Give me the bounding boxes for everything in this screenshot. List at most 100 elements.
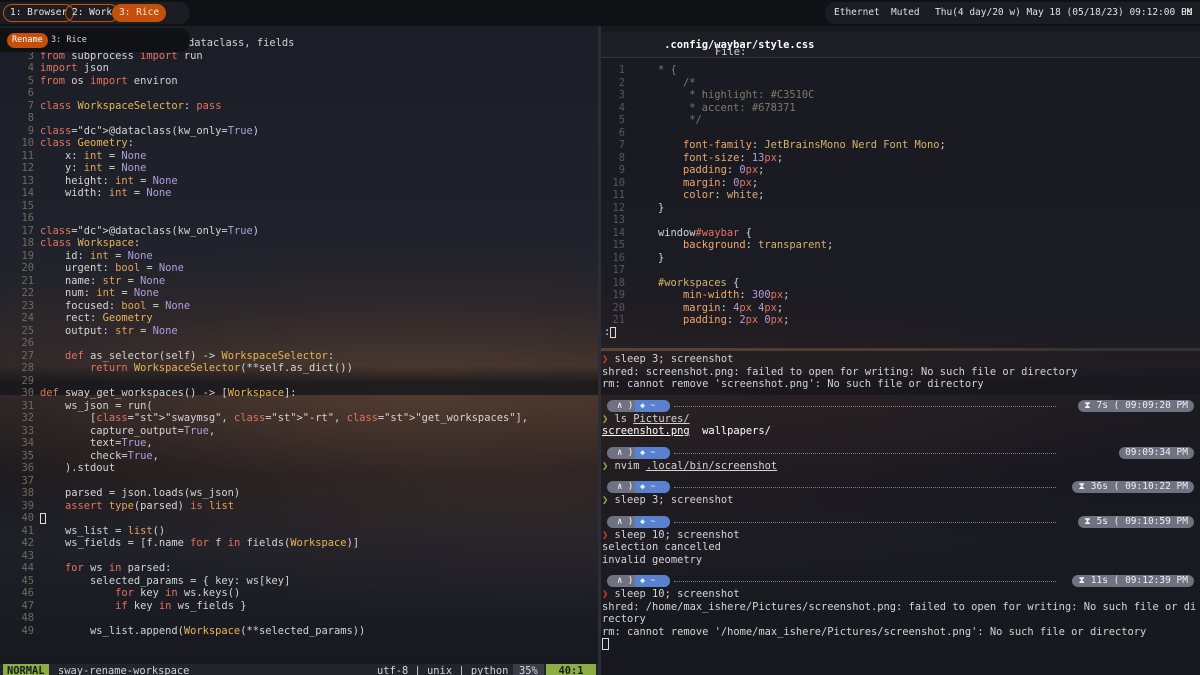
code-line: 31 ws_json = run( [2, 400, 598, 413]
css-line: 4 * accent: #678371 [601, 102, 1200, 115]
code-text: padding: 0px; [683, 164, 765, 176]
line-number: 15 [612, 239, 625, 251]
code-line: 40 [2, 512, 598, 525]
line-number: 37 [21, 474, 34, 487]
line-number: 40 [21, 512, 34, 524]
code-area[interactable]: dataclass, fields 3 from subprocess impor… [2, 37, 598, 637]
code-line: 38 parsed = json.loads(ws_json) [2, 487, 598, 500]
prompt-segment: ∧ ) ◆ ~ [607, 515, 670, 528]
css-line: 17 [601, 264, 1200, 277]
css-editor-pane[interactable]: File: .config/waybar/style.css 1 * {2 /* 3… [601, 26, 1200, 348]
code-text: } [658, 251, 665, 264]
keyboard-layout[interactable]: us [1181, 7, 1192, 18]
line-number: 13 [21, 174, 34, 187]
code-line: 17 class="dc">@dataclass(kw_only=True) [2, 225, 598, 238]
code-text: class Workspace: [40, 237, 141, 249]
python-editor-pane[interactable]: dataclass, fields 3 from subprocess impor… [0, 26, 598, 675]
code-line: 4 import json [2, 62, 598, 75]
css-line: 19 min-width: 300px; [601, 289, 1200, 302]
line-number: 11 [612, 189, 625, 201]
code-line: 36 ).stdout [2, 462, 598, 475]
line-number: 8 [618, 151, 625, 164]
css-code-area[interactable]: 1 * {2 /* 3 * highlight: #C3510C 4 * accent… [601, 64, 1200, 327]
css-line: 2 /* [601, 77, 1200, 90]
code-text: font-size: 13px; [683, 151, 784, 164]
terminal-command: ❯ ls Pictures/ [602, 412, 690, 425]
prompt-divider [674, 405, 1056, 407]
code-line: 19 id: int = None [2, 250, 598, 263]
css-line: 20 margin: 4px 4px; [601, 302, 1200, 315]
command-duration-badge: ⧗ 5s ( 09:10:59 PM [1078, 515, 1194, 528]
css-line: 8 font-size: 13px; [601, 152, 1200, 165]
clock[interactable]: Thu(4 day/20 w) May 18 (05/18/23) 09:12:… [935, 7, 1192, 18]
code-text: def sway_get_workspaces() -> [Workspace]… [40, 387, 297, 399]
css-line: 14 window#waybar { [601, 227, 1200, 240]
code-text: class Geometry: [40, 137, 134, 149]
code-text: assert type(parsed) is list [65, 499, 234, 512]
css-line: 13 [601, 214, 1200, 227]
code-text: ws_json = run( [40, 399, 153, 412]
workspace-3-button[interactable]: 3: Rice [112, 4, 167, 22]
line-number: 5 [618, 114, 625, 126]
terminal-output: selection cancelled [602, 541, 721, 553]
line-number: 42 [21, 537, 34, 549]
line-number: 13 [612, 214, 625, 226]
line-number: 49 [21, 624, 34, 637]
code-text: import json [40, 62, 109, 74]
line-number: 9 [618, 164, 625, 176]
line-number: 22 [21, 287, 34, 299]
css-line: 16} [601, 252, 1200, 265]
code-text: def as_selector(self) -> WorkspaceSelect… [65, 349, 335, 362]
line-number: 1 [618, 64, 625, 76]
prompt-bar: ∧ ) ◆ ~ 09:09:34 PM [602, 446, 1196, 459]
code-line: 32 [class="st">"swaymsg", class="st">"-r… [2, 412, 598, 425]
code-line: 29 [2, 375, 598, 388]
code-text: } [658, 201, 665, 214]
line-number: 36 [21, 462, 34, 474]
code-line: 33 capture_output=True, [2, 425, 598, 438]
code-line: 5 from os import environ [2, 75, 598, 88]
css-line: 9 padding: 0px; [601, 164, 1200, 177]
code-line: 43 [2, 550, 598, 563]
code-line: 20 urgent: bool = None [2, 262, 598, 275]
code-text: color: white; [683, 189, 765, 201]
code-text: parsed = json.loads(ws_json) [40, 487, 241, 499]
prompt-bar: ∧ ) ◆ ~ ⧗ 5s ( 09:10:59 PM [602, 515, 1196, 528]
code-text: if key in ws_fields } [115, 599, 247, 612]
line-number: 31 [21, 399, 34, 412]
terminal-pane[interactable]: ❯ sleep 3; screenshot shred: screenshot.p… [601, 351, 1200, 675]
css-line: 6 [601, 127, 1200, 140]
code-line: 49 ws_list.append(Workspace(**selected_p… [2, 625, 598, 638]
workspace-2-button[interactable]: 2: Work [65, 4, 120, 22]
code-text: margin: 0px; [683, 176, 759, 189]
terminal-command: ❯ nvim .local/bin/screenshot [602, 459, 778, 472]
line-number: 29 [21, 374, 34, 387]
code-text: return WorkspaceSelector(**self.as_dict(… [90, 362, 353, 374]
line-number: 19 [612, 289, 625, 301]
code-line: 37 [2, 475, 598, 488]
code-text: name: str = None [40, 274, 166, 287]
rename-button[interactable]: Rename [7, 33, 48, 48]
volume-status[interactable]: Muted [891, 7, 920, 18]
code-text: min-width: 300px; [683, 289, 790, 301]
code-line: 9 class="dc">@dataclass(kw_only=True) [2, 125, 598, 138]
code-text: output: str = None [40, 324, 178, 337]
vim-cursor-position: 40:1 [546, 664, 596, 675]
code-text: ws_fields = [f.name for f in fields(Work… [40, 537, 360, 549]
cursor [40, 512, 46, 524]
right-pane: File: .config/waybar/style.css 1 * {2 /* 3… [601, 26, 1200, 675]
workspace-1-button[interactable]: 1: Browser [3, 4, 75, 22]
code-text: ws_list.append(Workspace(**selected_para… [40, 624, 366, 637]
prompt-segment: ∧ ) ◆ ~ [607, 446, 670, 459]
line-number: 25 [21, 324, 34, 337]
network-status[interactable]: Ethernet [834, 7, 880, 18]
terminal-command: ❯ sleep 10; screenshot [602, 588, 740, 600]
vim-cmdline[interactable]: : [604, 326, 617, 338]
line-number: 14 [612, 226, 625, 239]
code-line: 45 selected_params = { key: ws[key] [2, 575, 598, 588]
code-line: 39 assert type(parsed) is list [2, 500, 598, 513]
terminal-output: rm: cannot remove 'screenshot.png': No s… [602, 378, 984, 390]
line-number: 8 [27, 112, 34, 124]
code-line: 28 return WorkspaceSelector(**self.as_di… [2, 362, 598, 375]
line-number: 2 [618, 76, 625, 89]
